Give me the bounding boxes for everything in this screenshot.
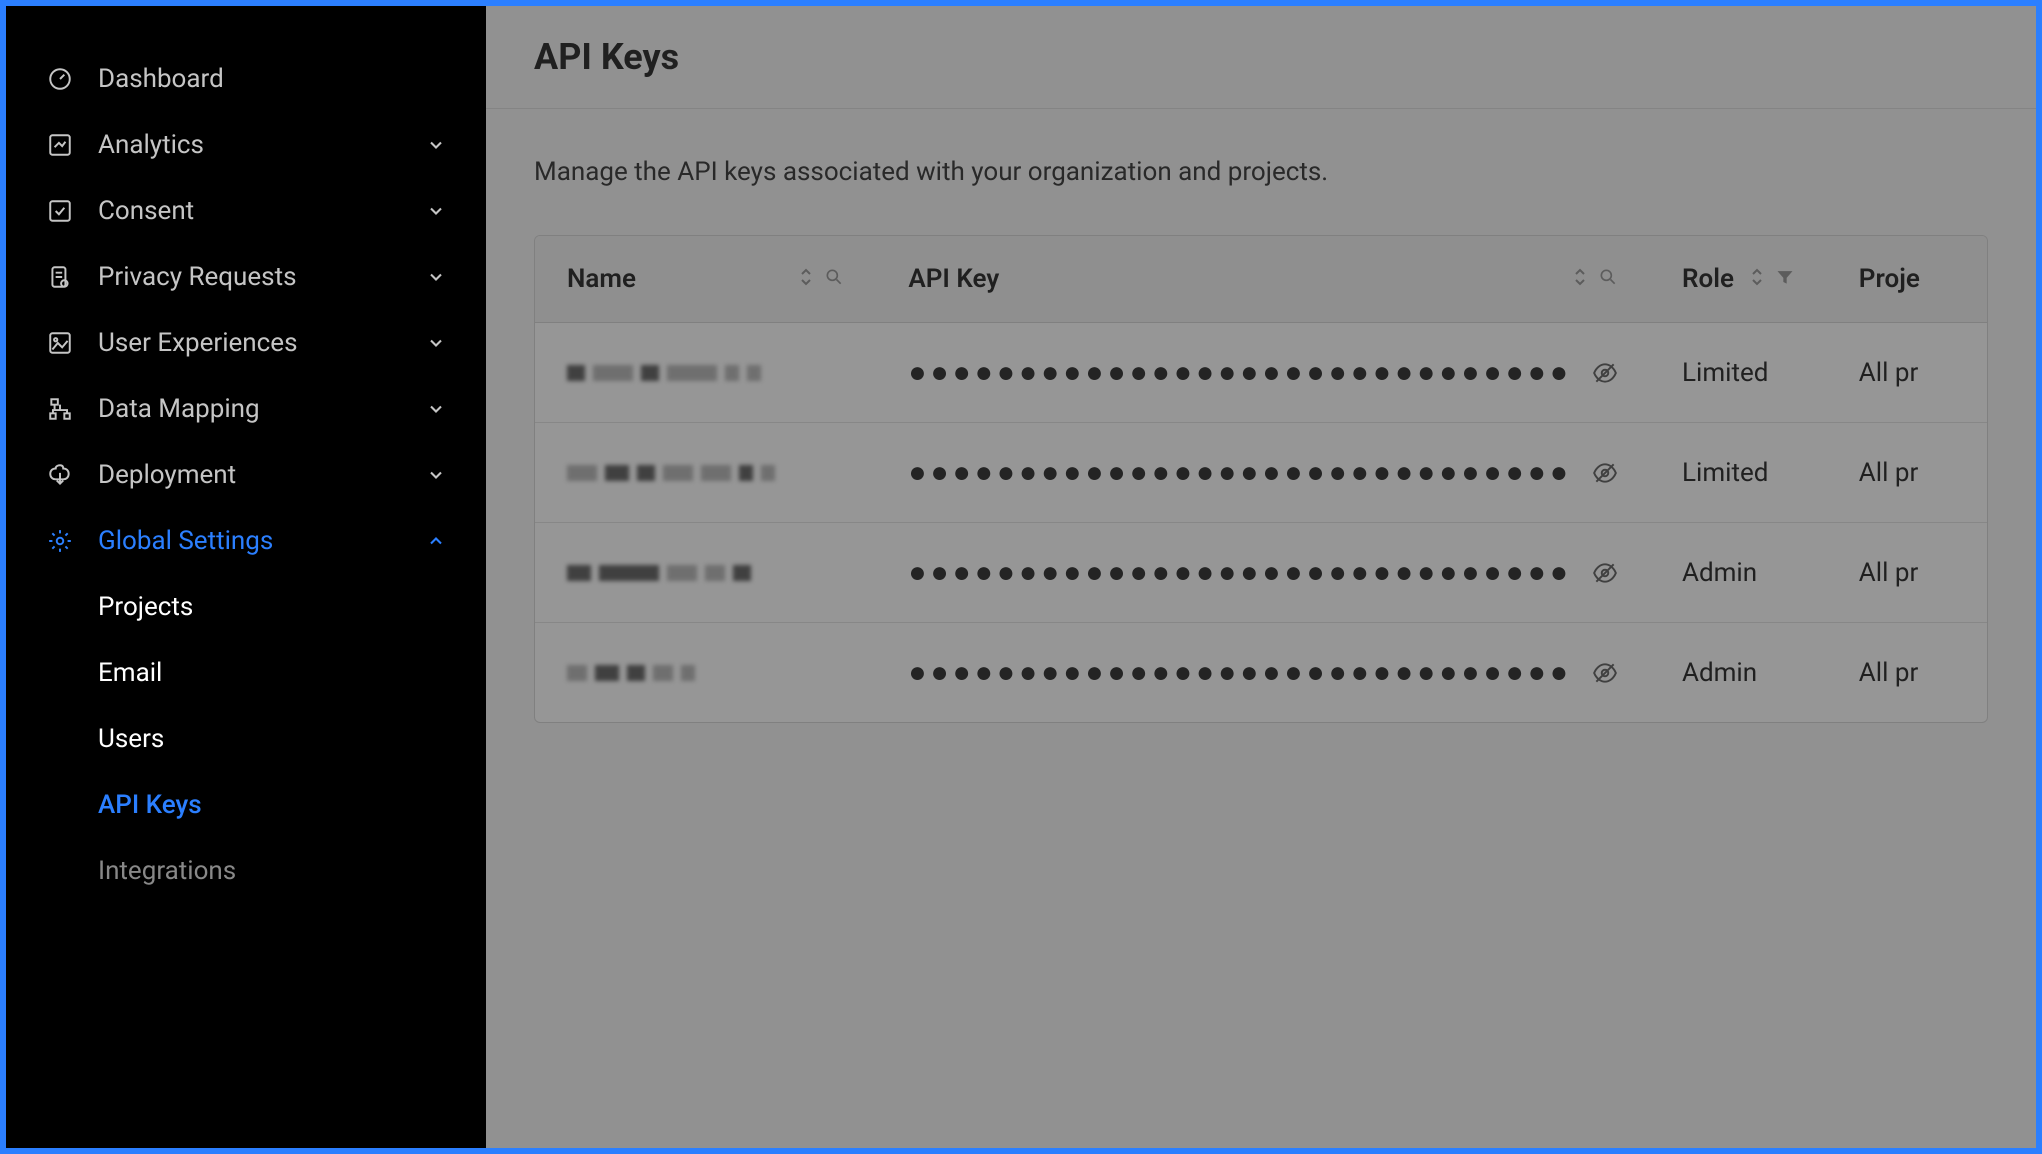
cell-api-key: ●●●●●●●●●●●●●●●●●●●●●●●●●●●●●● [876,423,1650,523]
privacy-icon [46,263,74,291]
cell-api-key: ●●●●●●●●●●●●●●●●●●●●●●●●●●●●●● [876,523,1650,623]
column-header-label: Role [1682,264,1734,294]
cell-api-key: ●●●●●●●●●●●●●●●●●●●●●●●●●●●●●● [876,323,1650,423]
cell-role: Admin [1650,523,1827,623]
column-header-role[interactable]: Role [1650,236,1827,323]
experiences-icon [46,329,74,357]
subnav-item-api-keys[interactable]: API Keys [98,772,486,838]
table-row[interactable]: ●●●●●●●●●●●●●●●●●●●●●●●●●●●●●● Limited A… [535,423,1987,523]
chevron-down-icon [426,135,446,155]
eye-off-icon[interactable] [1592,560,1618,586]
page-header: API Keys [486,6,2036,109]
redacted-name [567,465,844,481]
search-icon[interactable] [824,264,844,294]
sidebar-item-analytics[interactable]: Analytics [6,112,486,178]
cell-name [535,323,876,423]
masked-api-key: ●●●●●●●●●●●●●●●●●●●●●●●●●●●●●● [908,355,1572,390]
cell-role: Limited [1650,423,1827,523]
table-row[interactable]: ●●●●●●●●●●●●●●●●●●●●●●●●●●●●●● Admin All… [535,623,1987,723]
eye-off-icon[interactable] [1592,360,1618,386]
sidebar-item-global-settings[interactable]: Global Settings [6,508,486,574]
cell-role: Admin [1650,623,1827,723]
column-header-name[interactable]: Name [535,236,876,323]
sort-icon[interactable] [1749,264,1765,294]
chevron-up-icon [426,531,446,551]
global-settings-submenu: Projects Email Users API Keys Integratio… [6,574,486,904]
column-header-api-key[interactable]: API Key [876,236,1650,323]
subnav-item-projects[interactable]: Projects [98,574,486,640]
column-header-label: Name [567,264,636,294]
page-title: API Keys [534,36,1988,78]
cell-name [535,423,876,523]
sort-icon[interactable] [1572,264,1588,294]
consent-icon [46,197,74,225]
sidebar-item-label: Privacy Requests [98,262,426,292]
main-content: API Keys Manage the API keys associated … [486,6,2036,1148]
column-header-label: Proje [1859,264,1920,294]
chevron-down-icon [426,267,446,287]
cell-name [535,623,876,723]
cell-name [535,523,876,623]
chevron-down-icon [426,399,446,419]
chevron-down-icon [426,333,446,353]
deployment-icon [46,461,74,489]
sidebar: Dashboard Analytics Consent Privac [6,6,486,1148]
cell-api-key: ●●●●●●●●●●●●●●●●●●●●●●●●●●●●●● [876,623,1650,723]
cell-projects: All pr [1827,623,1987,723]
cell-projects: All pr [1827,423,1987,523]
settings-icon [46,527,74,555]
redacted-name [567,365,844,381]
chevron-down-icon [426,465,446,485]
datamapping-icon [46,395,74,423]
sidebar-item-deployment[interactable]: Deployment [6,442,486,508]
sidebar-item-label: Data Mapping [98,394,426,424]
sidebar-item-label: User Experiences [98,328,426,358]
analytics-icon [46,131,74,159]
sidebar-item-consent[interactable]: Consent [6,178,486,244]
masked-api-key: ●●●●●●●●●●●●●●●●●●●●●●●●●●●●●● [908,555,1572,590]
sidebar-item-label: Consent [98,196,426,226]
redacted-name [567,565,844,581]
cell-projects: All pr [1827,523,1987,623]
page-description: Manage the API keys associated with your… [534,157,1988,187]
table-row[interactable]: ●●●●●●●●●●●●●●●●●●●●●●●●●●●●●● Limited A… [535,323,1987,423]
sidebar-item-label: Dashboard [98,64,446,94]
chevron-down-icon [426,201,446,221]
cell-role: Limited [1650,323,1827,423]
search-icon[interactable] [1598,264,1618,294]
redacted-name [567,665,844,681]
sidebar-item-label: Global Settings [98,526,426,556]
sidebar-item-dashboard[interactable]: Dashboard [6,46,486,112]
sidebar-item-label: Analytics [98,130,426,160]
subnav-item-integrations[interactable]: Integrations [98,838,486,904]
masked-api-key: ●●●●●●●●●●●●●●●●●●●●●●●●●●●●●● [908,655,1572,690]
filter-icon[interactable] [1775,264,1795,294]
sidebar-item-label: Deployment [98,460,426,490]
column-header-projects[interactable]: Proje [1827,236,1987,323]
sort-icon[interactable] [798,264,814,294]
dashboard-icon [46,65,74,93]
sidebar-item-user-experiences[interactable]: User Experiences [6,310,486,376]
cell-projects: All pr [1827,323,1987,423]
sidebar-item-privacy-requests[interactable]: Privacy Requests [6,244,486,310]
eye-off-icon[interactable] [1592,460,1618,486]
column-header-label: API Key [908,264,999,294]
subnav-item-users[interactable]: Users [98,706,486,772]
subnav-item-email[interactable]: Email [98,640,486,706]
sidebar-item-data-mapping[interactable]: Data Mapping [6,376,486,442]
eye-off-icon[interactable] [1592,660,1618,686]
table-row[interactable]: ●●●●●●●●●●●●●●●●●●●●●●●●●●●●●● Admin All… [535,523,1987,623]
api-keys-table: Name [534,235,1988,723]
masked-api-key: ●●●●●●●●●●●●●●●●●●●●●●●●●●●●●● [908,455,1572,490]
